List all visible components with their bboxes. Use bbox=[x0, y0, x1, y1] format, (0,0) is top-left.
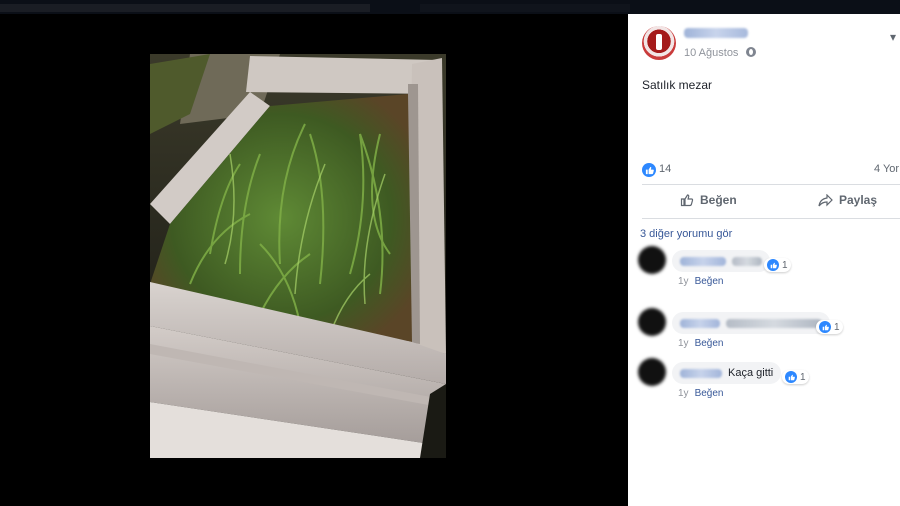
thumbs-up-icon bbox=[785, 371, 797, 383]
reaction-count: 1 bbox=[800, 371, 806, 383]
comment: 1 1y Beğen bbox=[628, 308, 900, 358]
share-button-label: Paylaş bbox=[839, 193, 878, 207]
comment-reactions[interactable]: 1 bbox=[764, 258, 791, 272]
divider bbox=[642, 218, 900, 219]
thumbs-up-icon bbox=[819, 321, 831, 333]
post-photo[interactable] bbox=[150, 54, 446, 458]
top-bar-blurred-content bbox=[0, 4, 370, 12]
comment-age[interactable]: 1y bbox=[678, 276, 689, 287]
divider bbox=[642, 184, 900, 185]
reaction-count: 1 bbox=[834, 321, 840, 333]
like-button-label: Beğen bbox=[700, 193, 737, 207]
thumbs-up-icon bbox=[680, 194, 694, 207]
more-options-icon[interactable]: ▾ bbox=[890, 30, 896, 44]
post-date[interactable]: 10 Ağustos bbox=[684, 47, 738, 59]
post-text: Satılık mezar bbox=[642, 78, 713, 92]
comment-like-link[interactable]: Beğen bbox=[695, 276, 724, 287]
comment-bubble bbox=[672, 250, 770, 272]
comment-text: Kaça gitti bbox=[728, 367, 774, 379]
comment-like-link[interactable]: Beğen bbox=[695, 338, 724, 349]
comment-count[interactable]: 4 Yor bbox=[874, 163, 899, 175]
comment: Kaça gitti 1 1y Beğen bbox=[628, 358, 900, 408]
commenter-name-blurred[interactable] bbox=[680, 368, 722, 378]
comment-age[interactable]: 1y bbox=[678, 388, 689, 399]
comment-meta: 1y Beğen bbox=[678, 388, 723, 399]
comment-reactions[interactable]: 1 bbox=[782, 370, 809, 384]
top-bar-blurred-content bbox=[420, 4, 630, 12]
top-bar bbox=[0, 0, 900, 14]
comment: 1 1y Beğen bbox=[628, 246, 900, 296]
comment-meta: 1y Beğen bbox=[678, 276, 723, 287]
comment-age[interactable]: 1y bbox=[678, 338, 689, 349]
view-more-comments-link[interactable]: 3 diğer yorumu gör bbox=[640, 228, 732, 240]
thumbs-up-icon bbox=[642, 163, 656, 177]
reaction-count: 1 bbox=[782, 259, 788, 271]
like-button[interactable]: Beğen bbox=[680, 193, 737, 207]
comment-bubble bbox=[672, 312, 830, 334]
comment-like-link[interactable]: Beğen bbox=[695, 388, 724, 399]
share-arrow-icon bbox=[818, 193, 833, 206]
avatar-logo-mark bbox=[656, 34, 662, 50]
comment-reactions[interactable]: 1 bbox=[816, 320, 843, 334]
comment-meta: 1y Beğen bbox=[678, 338, 723, 349]
thumbs-up-icon bbox=[767, 259, 779, 271]
share-button[interactable]: Paylaş bbox=[818, 193, 877, 207]
commenter-avatar[interactable] bbox=[638, 358, 666, 386]
like-count[interactable]: 14 bbox=[659, 163, 671, 175]
commenter-name-blurred[interactable] bbox=[680, 318, 720, 328]
comment-text-blurred bbox=[726, 318, 822, 328]
author-avatar[interactable] bbox=[642, 26, 676, 60]
comment-text-blurred bbox=[732, 256, 762, 266]
post-sidebar: 10 Ağustos ▾ Satılık mezar 14 4 Yor Beğe… bbox=[628, 14, 900, 506]
author-name-blurred[interactable] bbox=[684, 28, 748, 38]
grave-photo-image bbox=[150, 54, 446, 458]
commenter-avatar[interactable] bbox=[638, 246, 666, 274]
comment-bubble: Kaça gitti bbox=[672, 362, 782, 384]
globe-icon bbox=[746, 47, 756, 57]
commenter-avatar[interactable] bbox=[638, 308, 666, 336]
commenter-name-blurred[interactable] bbox=[680, 256, 726, 266]
photo-viewer bbox=[0, 14, 628, 506]
